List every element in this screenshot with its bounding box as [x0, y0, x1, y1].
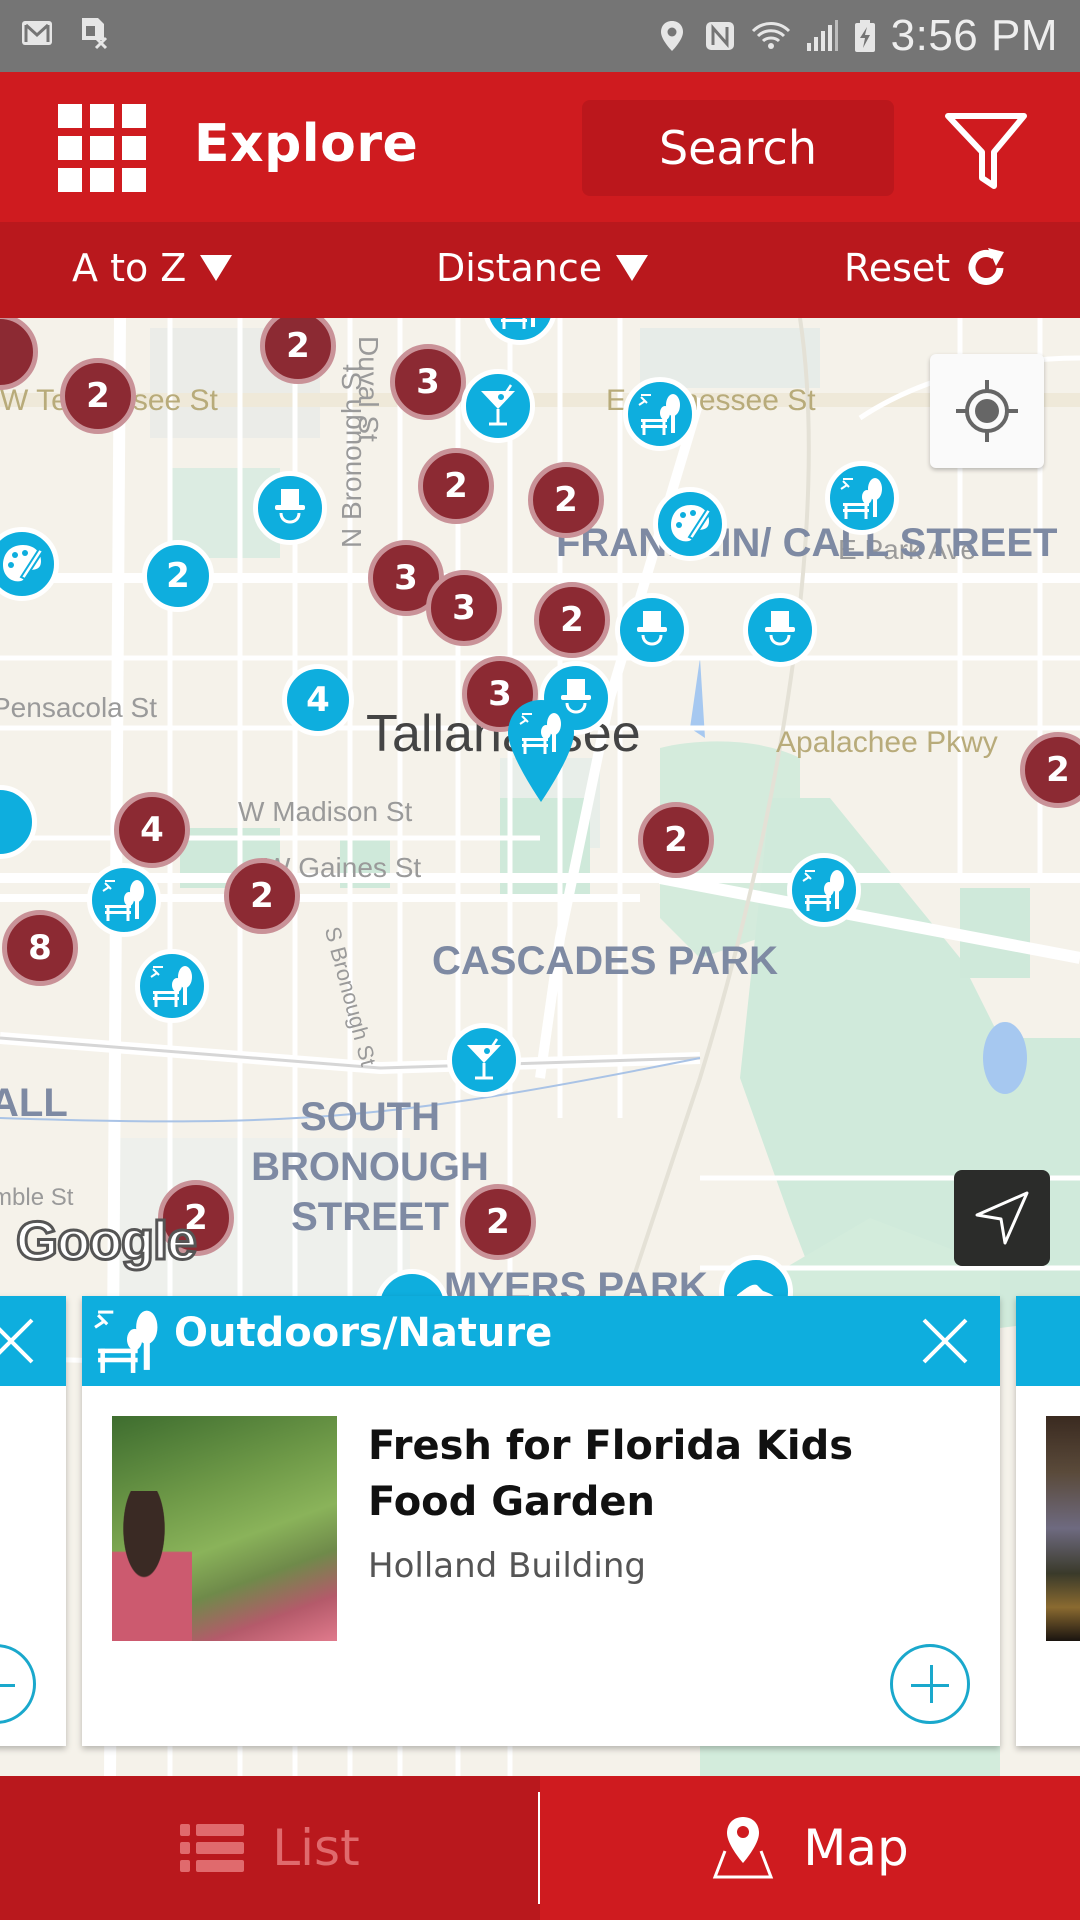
- road-label: Pensacola St: [0, 692, 157, 723]
- cluster-marker[interactable]: 2: [418, 448, 494, 524]
- area-label: CASCADES PARK: [432, 939, 778, 983]
- top-hat-icon: [763, 609, 797, 646]
- status-bar: 3:56 PM: [0, 0, 1080, 72]
- card-header: [1016, 1296, 1080, 1386]
- cluster-marker[interactable]: 2: [460, 1184, 536, 1260]
- cluster-marker[interactable]: 4: [114, 792, 190, 868]
- page-title: Explore: [194, 114, 419, 174]
- road-label: Gamble St: [0, 1184, 74, 1211]
- crosshair-icon: [956, 380, 1018, 442]
- filter-icon[interactable]: [944, 108, 1028, 192]
- park-bench-icon: [101, 878, 146, 923]
- bottom-tab-bar: List Map: [0, 1776, 1080, 1920]
- cluster-marker[interactable]: 2: [528, 462, 604, 538]
- category-pin[interactable]: [615, 593, 689, 667]
- pond: [983, 1022, 1027, 1094]
- category-pin[interactable]: [87, 863, 161, 937]
- tab-list-label: List: [272, 1819, 360, 1877]
- map-pin-icon: [713, 1817, 774, 1879]
- place-thumbnail: [1046, 1416, 1080, 1641]
- category-pin[interactable]: [787, 853, 861, 927]
- area-label: ALL: [0, 1081, 68, 1125]
- category-pin[interactable]: [253, 471, 327, 545]
- remove-button[interactable]: [0, 1644, 36, 1724]
- place-card-previous[interactable]: [0, 1296, 66, 1746]
- cluster-marker[interactable]: 2: [534, 582, 610, 658]
- place-card[interactable]: Outdoors/Nature Fresh for Florida Kids F…: [82, 1296, 1000, 1746]
- park-bench-icon: [839, 476, 884, 521]
- place-card-next[interactable]: [1016, 1296, 1080, 1746]
- cluster-marker[interactable]: 2: [224, 858, 300, 934]
- cluster-marker[interactable]: 3: [426, 570, 502, 646]
- selected-location-pin[interactable]: [506, 698, 576, 804]
- close-icon[interactable]: [920, 1316, 970, 1366]
- refresh-icon: [968, 248, 1005, 285]
- area-label: SOUTH BRONOUGH STREET: [251, 1095, 489, 1239]
- search-button[interactable]: Search: [582, 100, 894, 196]
- wifi-icon: [751, 22, 790, 49]
- category-label: Outdoors/Nature: [174, 1310, 553, 1356]
- clock-time: 3:56 PM: [890, 11, 1058, 60]
- nfc-icon: [705, 22, 734, 50]
- sim-card-error-icon: [82, 18, 108, 50]
- sort-az-dropdown[interactable]: A to Z: [72, 246, 233, 290]
- category-cluster-marker[interactable]: 4: [282, 664, 354, 736]
- category-cluster-marker[interactable]: 2: [142, 540, 214, 612]
- place-title[interactable]: Fresh for Florida Kids Food Garden: [368, 1418, 968, 1530]
- top-hat-icon: [273, 487, 307, 524]
- my-location-button[interactable]: [930, 354, 1044, 468]
- park-bench-icon: [801, 868, 846, 913]
- category-pin[interactable]: [447, 1023, 521, 1097]
- road-label: Apalachee Pkwy: [776, 726, 998, 759]
- top-hat-icon: [635, 609, 669, 646]
- tab-map[interactable]: Map: [540, 1776, 1080, 1920]
- cluster-marker[interactable]: 2: [638, 802, 714, 878]
- cluster-marker[interactable]: 2: [60, 358, 136, 434]
- reset-label: Reset: [844, 246, 951, 290]
- cocktail-icon: [479, 383, 517, 426]
- google-attribution: Google: [15, 1210, 199, 1273]
- park-bench-icon: [92, 1306, 162, 1376]
- place-thumbnail: [112, 1416, 337, 1641]
- category-pin[interactable]: [461, 369, 535, 443]
- category-pin[interactable]: [623, 377, 697, 451]
- cluster-marker[interactable]: 8: [2, 910, 78, 986]
- navigation-arrow-icon: [975, 1191, 1029, 1245]
- category-pin[interactable]: [825, 461, 899, 535]
- sort-distance-dropdown[interactable]: Distance: [436, 246, 649, 290]
- list-icon: [180, 1824, 245, 1872]
- sort-az-label: A to Z: [72, 246, 187, 290]
- signal-icon: [806, 20, 838, 51]
- app-header: Explore Search: [0, 72, 1080, 222]
- category-pin[interactable]: [653, 487, 727, 561]
- art-palette-icon: [2, 544, 44, 583]
- category-pin[interactable]: [135, 949, 209, 1023]
- place-location: Holland Building: [368, 1546, 646, 1586]
- close-icon[interactable]: [0, 1316, 36, 1366]
- cluster-marker[interactable]: 3: [390, 344, 466, 420]
- tab-map-label: Map: [803, 1819, 909, 1877]
- road-label: Duval St: [353, 336, 384, 442]
- sort-distance-label: Distance: [436, 246, 603, 290]
- dropdown-triangle-icon: [200, 255, 233, 281]
- dropdown-triangle-icon: [616, 255, 649, 281]
- battery-charging-icon: [854, 20, 875, 52]
- sort-bar: A to Z Distance Reset: [0, 222, 1080, 318]
- add-to-itinerary-button[interactable]: [890, 1644, 970, 1724]
- park-bench-icon: [497, 318, 542, 331]
- road-label: W Madison St: [238, 796, 413, 827]
- app-root: 3:56 PM Explore Search A to Z Distance R…: [0, 0, 1080, 1920]
- reset-button[interactable]: Reset: [844, 246, 1008, 290]
- gmail-icon: [22, 21, 52, 45]
- tab-list[interactable]: List: [0, 1776, 540, 1920]
- location-icon: [660, 21, 683, 51]
- park-bench-icon: [637, 392, 682, 437]
- art-palette-icon: [670, 504, 712, 543]
- navigate-button[interactable]: [954, 1170, 1050, 1266]
- grid-menu-icon[interactable]: [58, 104, 146, 192]
- park-bench-icon: [149, 964, 194, 1009]
- cocktail-icon: [465, 1037, 503, 1080]
- category-pin[interactable]: [743, 593, 817, 667]
